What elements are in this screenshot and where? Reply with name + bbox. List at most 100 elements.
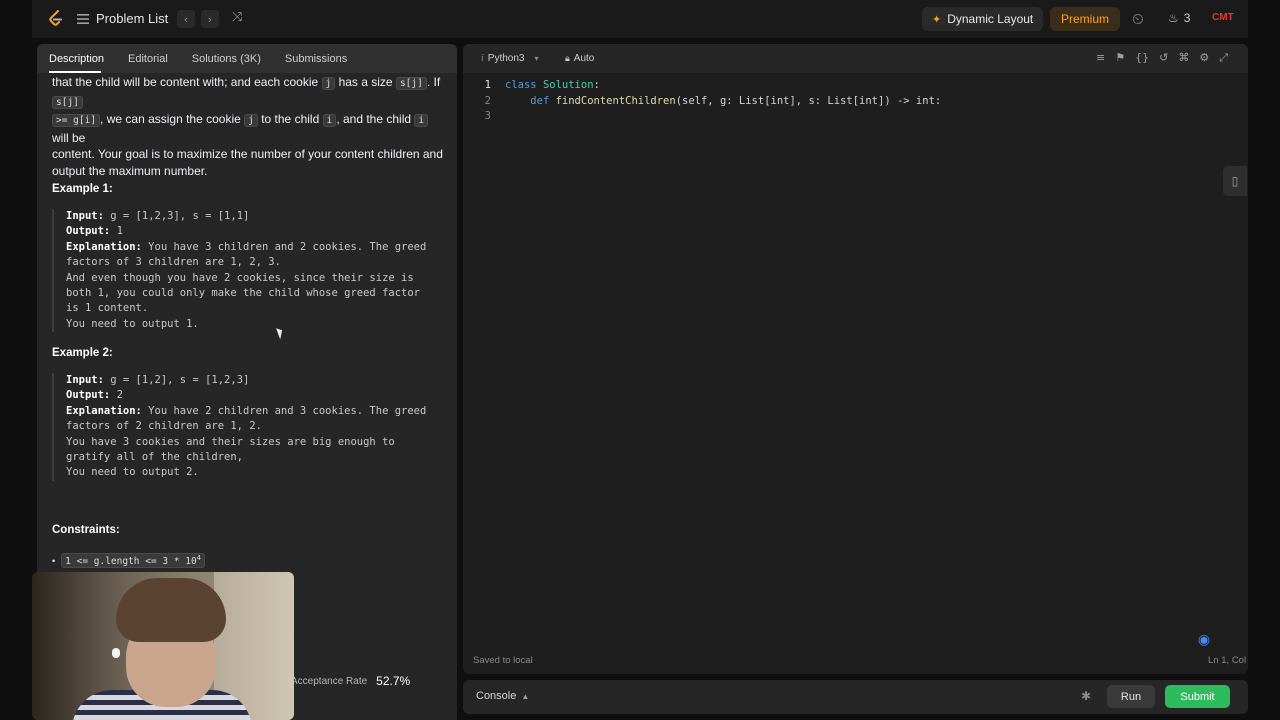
inline-code: j <box>321 77 336 90</box>
description-text: has a size <box>335 75 396 89</box>
earbud-icon <box>112 648 120 658</box>
settings-icon[interactable]: ⚙ <box>1199 51 1209 65</box>
shuffle-icon[interactable]: ⤨ <box>232 10 242 25</box>
problem-description: that the child will be content with; and… <box>52 74 447 179</box>
inline-code: j <box>244 114 258 127</box>
fullscreen-icon[interactable]: ⤢ <box>1219 51 1228 65</box>
constraint-exponent: 4 <box>196 554 201 562</box>
code-keyword: def <box>530 94 550 107</box>
description-line: >= g[i], we can assign the cookie j to t… <box>52 111 447 146</box>
example-title: Example 1: <box>52 183 113 195</box>
tab-solutions[interactable]: Solutions (3K) <box>192 53 273 65</box>
debug-icon[interactable]: ✱ <box>1081 689 1091 703</box>
explanation-text: You have 3 cookies and their sizes are b… <box>66 435 395 448</box>
console-label: Console <box>476 690 517 702</box>
code-params: (self, g: List[int], s: List[int]) -> in… <box>675 94 942 107</box>
timer-icon[interactable]: ⏲ <box>1132 10 1144 28</box>
code-line: 1 class Solution: <box>463 78 1248 94</box>
chevron-up-icon: ▲ <box>521 691 530 701</box>
example-explanation: Explanation: You have 2 children and 3 c… <box>66 404 447 419</box>
code-class: Solution <box>542 79 594 91</box>
leetcode-logo-icon[interactable] <box>48 10 64 28</box>
tab-editorial[interactable]: Editorial <box>128 53 180 65</box>
explanation-label: Explanation: <box>66 240 142 253</box>
inline-code: i <box>414 114 429 127</box>
braces-icon[interactable]: {} <box>1135 51 1149 65</box>
tab-description[interactable]: Description <box>49 53 116 65</box>
chevron-left-icon: ‹ <box>183 12 189 26</box>
tab-submissions[interactable]: Submissions <box>285 53 359 65</box>
input-label: Input: <box>66 374 104 386</box>
example-input: Input: g = [1,2], s = [1,2,3] <box>66 373 447 388</box>
prev-problem-button[interactable]: ‹ <box>177 10 195 28</box>
code-keyword: class <box>505 79 537 91</box>
explanation-text: You need to output 2. <box>66 466 199 479</box>
lock-icon: 🔒︎ <box>565 53 570 64</box>
premium-button[interactable]: Premium <box>1050 7 1121 31</box>
example-output: Output: 2 <box>66 388 447 403</box>
problem-list-link[interactable]: Problem List <box>96 11 168 26</box>
acceptance-rate: Acceptance Rate 52.7% <box>291 674 410 688</box>
document-icon[interactable]: ▯ <box>1223 166 1247 196</box>
active-tab-indicator <box>49 71 101 73</box>
example-input: Input: g = [1,2,3], s = [1,1] <box>66 209 447 224</box>
bookmark-icon[interactable]: ⚑ <box>1115 51 1125 65</box>
chevron-right-icon: › <box>207 12 213 26</box>
inline-code: s[j] <box>395 77 427 90</box>
code-text: def findContentChildren(self, g: List[in… <box>491 94 941 110</box>
description-text: , and the child <box>336 112 415 126</box>
avatar[interactable]: CMT <box>1212 12 1234 23</box>
console-toggle[interactable]: Console ▲ <box>476 690 529 702</box>
shortcut-icon[interactable]: ⌘ <box>1178 51 1189 65</box>
code-line: 3 <box>463 109 1248 125</box>
constraint-text: 1 <= g.length <= 3 * 10 <box>65 556 197 568</box>
editor-toolbar: i Python3 ▾ 🔒︎ Auto ≡ ⚑ {} ↺ ⌘ ⚙ ⤢ <box>463 44 1248 73</box>
format-icon[interactable]: ≡ <box>1096 51 1105 65</box>
sparkle-icon: ✦ <box>932 13 942 26</box>
description-text: will be <box>52 130 86 145</box>
input-label: Input: <box>66 210 104 222</box>
language-select[interactable]: i Python3 ▾ <box>481 53 539 64</box>
description-text: , we can assign the cookie <box>100 112 245 126</box>
code-editor-panel: i Python3 ▾ 🔒︎ Auto ≡ ⚑ {} ↺ ⌘ ⚙ ⤢ 1 cla… <box>463 44 1248 674</box>
explanation-text: factors of 2 children are 1, 2. <box>66 420 262 433</box>
description-line: output the maximum number. <box>52 163 208 178</box>
chat-icon[interactable]: ◉ <box>1190 626 1218 654</box>
next-problem-button[interactable]: › <box>201 10 219 28</box>
streak-counter[interactable]: ♨ 3 <box>1168 11 1190 25</box>
run-button[interactable]: Run <box>1107 685 1155 708</box>
auto-mode-toggle[interactable]: 🔒︎ Auto <box>565 53 594 64</box>
list-icon[interactable] <box>76 12 90 26</box>
description-text: . If <box>426 75 441 89</box>
code-text: class Solution: <box>491 78 600 94</box>
example-title: Example 2: <box>52 347 113 359</box>
explanation-text: You need to output 1. <box>66 317 199 330</box>
explanation-text: factors of 3 children are 1, 2, 3. <box>66 256 281 269</box>
dynamic-layout-button[interactable]: ✦ Dynamic Layout <box>922 7 1044 31</box>
output-value: 2 <box>110 389 123 402</box>
auto-mode-label: Auto <box>573 53 595 64</box>
code-function: findContentChildren <box>555 94 676 107</box>
line-number: 1 <box>484 79 491 91</box>
panel-resize-handle[interactable]: ⋮ <box>459 354 468 368</box>
saved-status: Saved to local <box>473 655 533 666</box>
output-label: Output: <box>66 389 111 402</box>
code-area[interactable]: 1 class Solution: 2 def findContentChild… <box>463 78 1248 125</box>
constraints-title: Constraints: <box>52 524 120 536</box>
submit-button[interactable]: Submit <box>1165 685 1230 708</box>
reset-icon[interactable]: ↺ <box>1159 51 1168 65</box>
language-label: Python3 <box>487 53 525 64</box>
example-output: Output: 1 <box>66 224 447 239</box>
chevron-down-icon: ▾ <box>534 54 539 63</box>
acceptance-label: Acceptance Rate <box>291 675 368 687</box>
cursor-position: Ln 1, Col 1 <box>1208 655 1248 666</box>
explanation-text: You have 3 children and 2 cookies. The g… <box>141 240 427 253</box>
description-text: to the child <box>257 112 323 126</box>
explanation-text: gratify all of the children, <box>66 451 244 464</box>
example-block: Input: g = [1,2,3], s = [1,1] Output: 1 … <box>52 209 447 333</box>
output-label: Output: <box>66 225 111 238</box>
webcam-overlay <box>32 572 294 720</box>
line-number: 2 <box>484 94 491 107</box>
explanation-text: And even though you have 2 cookies, sinc… <box>66 271 414 284</box>
